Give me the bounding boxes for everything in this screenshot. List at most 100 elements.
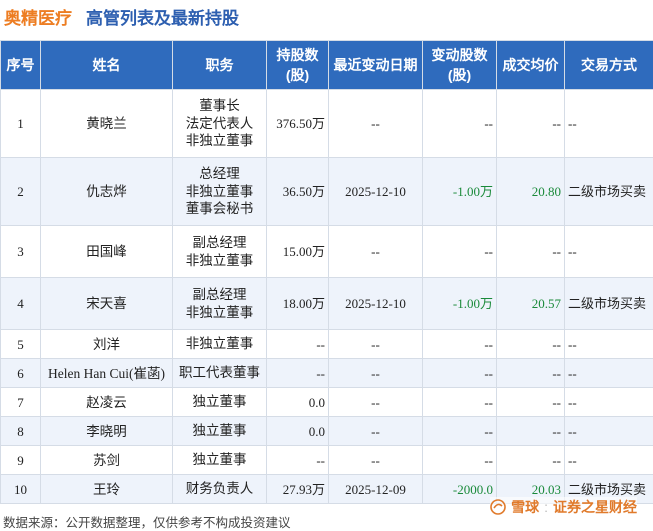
cell-change-date: 2025-12-10 bbox=[329, 278, 423, 330]
table-row: 7赵凌云独立董事0.0-------- bbox=[1, 388, 653, 417]
cell-index: 10 bbox=[1, 475, 41, 504]
position-line: 独立董事 bbox=[176, 422, 263, 440]
column-header: 变动股数 (股) bbox=[423, 41, 497, 90]
cell-name: 宋天喜 bbox=[41, 278, 173, 330]
cell-shares: 18.00万 bbox=[267, 278, 329, 330]
position-line: 法定代表人 bbox=[176, 115, 263, 133]
cell-change-date: -- bbox=[329, 446, 423, 475]
brand-right: 证券之星财经 bbox=[553, 497, 637, 517]
table-row: 2仇志烨总经理非独立董事董事会秘书36.50万2025-12-10-1.00万2… bbox=[1, 158, 653, 226]
position-line: 总经理 bbox=[176, 165, 263, 183]
cell-positions: 独立董事 bbox=[173, 446, 267, 475]
column-header: 序号 bbox=[1, 41, 41, 90]
cell-trade-method: -- bbox=[565, 446, 653, 475]
cell-name: 刘洋 bbox=[41, 330, 173, 359]
page-title: 奥精医疗 高管列表及最新持股 bbox=[4, 3, 239, 29]
executive-table: 序号 姓名 职务 持股数 (股) 最近变动日期 变动股数 (股) 成交均价 交易… bbox=[0, 40, 653, 504]
cell-trade-method: -- bbox=[565, 359, 653, 388]
table-row: 6Helen Han Cui(崔菡)职工代表董事---------- bbox=[1, 359, 653, 388]
table-title: 高管列表及最新持股 bbox=[86, 4, 239, 29]
cell-change-shares: -- bbox=[423, 90, 497, 158]
column-header: 最近变动日期 bbox=[329, 41, 423, 90]
cell-positions: 非独立董事 bbox=[173, 330, 267, 359]
brand-separator: : bbox=[544, 499, 548, 515]
cell-shares: 27.93万 bbox=[267, 475, 329, 504]
cell-positions: 总经理非独立董事董事会秘书 bbox=[173, 158, 267, 226]
company-name: 奥精医疗 bbox=[4, 4, 72, 29]
cell-change-shares: -- bbox=[423, 446, 497, 475]
cell-index: 3 bbox=[1, 226, 41, 278]
cell-name: 李晓明 bbox=[41, 417, 173, 446]
cell-avg-price: -- bbox=[497, 417, 565, 446]
cell-name: 田国峰 bbox=[41, 226, 173, 278]
cell-positions: 职工代表董事 bbox=[173, 359, 267, 388]
cell-positions: 独立董事 bbox=[173, 417, 267, 446]
cell-avg-price: -- bbox=[497, 388, 565, 417]
table-body: 1黄晓兰董事长法定代表人非独立董事376.50万--------2仇志烨总经理非… bbox=[1, 90, 653, 504]
cell-avg-price: 20.80 bbox=[497, 158, 565, 226]
cell-positions: 独立董事 bbox=[173, 388, 267, 417]
cell-change-date: -- bbox=[329, 388, 423, 417]
position-line: 非独立董事 bbox=[176, 183, 263, 201]
cell-shares: 0.0 bbox=[267, 417, 329, 446]
position-line: 董事长 bbox=[176, 97, 263, 115]
cell-avg-price: -- bbox=[497, 226, 565, 278]
cell-change-date: 2025-12-09 bbox=[329, 475, 423, 504]
cell-index: 1 bbox=[1, 90, 41, 158]
position-line: 董事会秘书 bbox=[176, 200, 263, 218]
column-header: 成交均价 bbox=[497, 41, 565, 90]
cell-avg-price: -- bbox=[497, 446, 565, 475]
cell-name: 黄晓兰 bbox=[41, 90, 173, 158]
cell-shares: 36.50万 bbox=[267, 158, 329, 226]
cell-trade-method: 二级市场买卖 bbox=[565, 158, 653, 226]
cell-avg-price: -- bbox=[497, 90, 565, 158]
cell-change-shares: -- bbox=[423, 417, 497, 446]
cell-shares: -- bbox=[267, 446, 329, 475]
position-line: 非独立董事 bbox=[176, 252, 263, 270]
cell-shares: 15.00万 bbox=[267, 226, 329, 278]
cell-shares: -- bbox=[267, 359, 329, 388]
table-row: 8李晓明独立董事0.0-------- bbox=[1, 417, 653, 446]
cell-name: Helen Han Cui(崔菡) bbox=[41, 359, 173, 388]
position-line: 非独立董事 bbox=[176, 335, 263, 353]
cell-positions: 副总经理非独立董事 bbox=[173, 278, 267, 330]
cell-change-date: -- bbox=[329, 330, 423, 359]
cell-trade-method: -- bbox=[565, 226, 653, 278]
cell-trade-method: -- bbox=[565, 388, 653, 417]
table-row: 4宋天喜副总经理非独立董事18.00万2025-12-10-1.00万20.57… bbox=[1, 278, 653, 330]
cell-change-shares: -- bbox=[423, 226, 497, 278]
cell-avg-price: 20.57 bbox=[497, 278, 565, 330]
cell-index: 7 bbox=[1, 388, 41, 417]
cell-positions: 财务负责人 bbox=[173, 475, 267, 504]
position-line: 独立董事 bbox=[176, 393, 263, 411]
table-row: 3田国峰副总经理非独立董事15.00万-------- bbox=[1, 226, 653, 278]
cell-change-date: -- bbox=[329, 90, 423, 158]
position-line: 财务负责人 bbox=[176, 480, 263, 498]
cell-avg-price: -- bbox=[497, 359, 565, 388]
cell-change-shares: -2000.0 bbox=[423, 475, 497, 504]
cell-name: 仇志烨 bbox=[41, 158, 173, 226]
cell-positions: 董事长法定代表人非独立董事 bbox=[173, 90, 267, 158]
position-line: 独立董事 bbox=[176, 451, 263, 469]
cell-index: 4 bbox=[1, 278, 41, 330]
cell-change-shares: -- bbox=[423, 359, 497, 388]
position-line: 职工代表董事 bbox=[176, 364, 263, 382]
cell-avg-price: -- bbox=[497, 330, 565, 359]
cell-name: 王玲 bbox=[41, 475, 173, 504]
table-row: 5刘洋非独立董事---------- bbox=[1, 330, 653, 359]
cell-index: 2 bbox=[1, 158, 41, 226]
cell-trade-method: 二级市场买卖 bbox=[565, 278, 653, 330]
cell-positions: 副总经理非独立董事 bbox=[173, 226, 267, 278]
cell-shares: -- bbox=[267, 330, 329, 359]
cell-shares: 0.0 bbox=[267, 388, 329, 417]
cell-index: 6 bbox=[1, 359, 41, 388]
table-header-row: 序号 姓名 职务 持股数 (股) 最近变动日期 变动股数 (股) 成交均价 交易… bbox=[1, 41, 653, 90]
column-header: 交易方式 bbox=[565, 41, 653, 90]
cell-name: 苏剑 bbox=[41, 446, 173, 475]
cell-change-shares: -- bbox=[423, 330, 497, 359]
cell-name: 赵凌云 bbox=[41, 388, 173, 417]
column-header: 持股数 (股) bbox=[267, 41, 329, 90]
cell-change-shares: -1.00万 bbox=[423, 278, 497, 330]
cell-trade-method: -- bbox=[565, 417, 653, 446]
snowball-logo-icon bbox=[490, 499, 506, 515]
